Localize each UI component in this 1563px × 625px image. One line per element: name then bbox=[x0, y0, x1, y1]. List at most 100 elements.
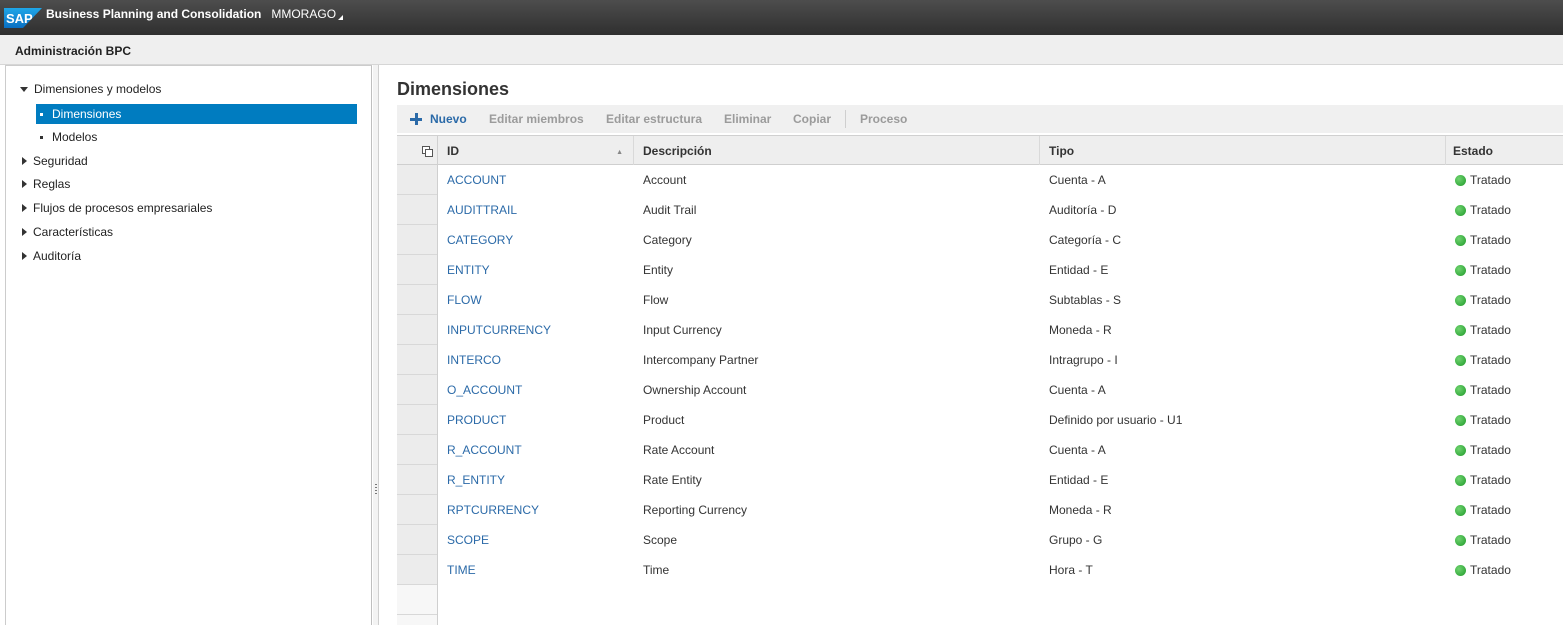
expand-arrow-icon[interactable] bbox=[22, 252, 27, 260]
caret-down-icon bbox=[338, 14, 344, 20]
new-button-label: Nuevo bbox=[430, 112, 467, 126]
dimension-id-link[interactable]: SCOPE bbox=[447, 525, 489, 555]
table-row[interactable]: ENTITY Entity Entidad - E Tratado bbox=[438, 255, 1563, 285]
row-selector[interactable] bbox=[397, 585, 437, 615]
row-selector[interactable] bbox=[397, 315, 437, 345]
expand-arrow-icon[interactable] bbox=[22, 204, 27, 212]
dimension-id-link[interactable]: CATEGORY bbox=[447, 225, 513, 255]
dimension-id-link[interactable]: R_ENTITY bbox=[447, 465, 505, 495]
bullet-icon bbox=[40, 135, 43, 139]
nav-item-flujos[interactable]: Flujos de procesos empresariales bbox=[20, 198, 212, 218]
toolbar-separator bbox=[845, 110, 846, 128]
dimension-id-link[interactable]: O_ACCOUNT bbox=[447, 375, 522, 405]
status-label: Tratado bbox=[1470, 263, 1511, 277]
user-menu[interactable]: MMORAGO bbox=[271, 7, 344, 21]
row-selector[interactable] bbox=[397, 225, 437, 255]
table-row[interactable]: INTERCO Intercompany Partner Intragrupo - … bbox=[438, 345, 1563, 375]
row-selector[interactable] bbox=[397, 375, 437, 405]
row-selector[interactable] bbox=[397, 285, 437, 315]
sort-ascending-icon[interactable]: ▲ bbox=[616, 149, 623, 156]
dimension-status: Tratado bbox=[1455, 225, 1511, 255]
page-title: Administración BPC bbox=[15, 44, 132, 58]
dimension-status: Tratado bbox=[1455, 375, 1511, 405]
dimension-description: Rate Account bbox=[643, 443, 715, 457]
row-selector[interactable] bbox=[397, 345, 437, 375]
dimension-id-link[interactable]: INPUTCURRENCY bbox=[447, 315, 551, 345]
table-row[interactable]: RPTCURRENCY Reporting Currency Moneda - R T… bbox=[438, 495, 1563, 525]
dimension-id-link[interactable]: FLOW bbox=[447, 285, 482, 315]
column-header-status[interactable]: Estado bbox=[1444, 136, 1563, 165]
copy-columns-icon[interactable] bbox=[422, 146, 433, 157]
dimension-id-link[interactable]: R_ACCOUNT bbox=[447, 435, 522, 465]
edit-structure-button[interactable]: Editar estructura bbox=[606, 112, 702, 126]
column-header-id[interactable]: ID ▲ bbox=[438, 136, 634, 165]
row-selector[interactable] bbox=[397, 615, 437, 625]
status-label: Tratado bbox=[1470, 443, 1511, 457]
nav-item-dimensiones[interactable]: Dimensiones bbox=[36, 104, 357, 124]
nav-item-reglas[interactable]: Reglas bbox=[20, 174, 70, 194]
column-header-description[interactable]: Descripción bbox=[634, 136, 1040, 165]
status-ok-icon bbox=[1455, 504, 1466, 516]
table-row[interactable]: CATEGORY Category Categoría - C Tratado bbox=[438, 225, 1563, 255]
row-selector[interactable] bbox=[397, 495, 437, 525]
dimension-id-link[interactable]: ENTITY bbox=[447, 255, 490, 285]
table-row[interactable]: O_ACCOUNT Ownership Account Cuenta - A Trat… bbox=[438, 375, 1563, 405]
select-all-cell[interactable] bbox=[397, 136, 438, 165]
row-selector[interactable] bbox=[397, 555, 437, 585]
process-button[interactable]: Proceso bbox=[860, 112, 907, 126]
expand-arrow-icon[interactable] bbox=[22, 157, 27, 165]
row-selector[interactable] bbox=[397, 405, 437, 435]
expand-arrow-icon[interactable] bbox=[22, 180, 27, 188]
column-header-type[interactable]: Tipo bbox=[1040, 136, 1446, 165]
table-row[interactable]: ACCOUNT Account Cuenta - A Tratado bbox=[438, 165, 1563, 195]
column-header-label: Estado bbox=[1453, 143, 1494, 158]
table-row[interactable]: AUDITTRAIL Audit Trail Auditoría - D Tratad… bbox=[438, 195, 1563, 225]
copy-button[interactable]: Copiar bbox=[793, 112, 831, 126]
table-row[interactable]: FLOW Flow Subtablas - S Tratado bbox=[438, 285, 1563, 315]
table-row[interactable]: R_ENTITY Rate Entity Entidad - E Tratado bbox=[438, 465, 1563, 495]
dimension-id-link[interactable]: RPTCURRENCY bbox=[447, 495, 539, 525]
dimension-id-link[interactable]: PRODUCT bbox=[447, 405, 506, 435]
table-row[interactable]: PRODUCT Product Definido por usuario - U1 T… bbox=[438, 405, 1563, 435]
status-ok-icon bbox=[1455, 564, 1466, 576]
panel-splitter[interactable] bbox=[373, 65, 379, 625]
row-selector[interactable] bbox=[397, 435, 437, 465]
table-row[interactable]: SCOPE Scope Grupo - G Tratado bbox=[438, 525, 1563, 555]
status-ok-icon bbox=[1455, 234, 1466, 246]
sub-header: Administración BPC bbox=[0, 35, 1563, 65]
shell-bar: SAP Business Planning and Consolidation … bbox=[0, 0, 1563, 35]
row-selector[interactable] bbox=[397, 165, 437, 195]
dimension-description: Reporting Currency bbox=[643, 503, 748, 517]
row-selector[interactable] bbox=[397, 255, 437, 285]
row-selector[interactable] bbox=[397, 195, 437, 225]
nav-item-seguridad[interactable]: Seguridad bbox=[20, 151, 88, 171]
nav-item-dimensiones-y-modelos[interactable]: Dimensiones y modelos bbox=[20, 79, 161, 99]
dimension-id-link[interactable]: INTERCO bbox=[447, 345, 501, 375]
status-label: Tratado bbox=[1470, 413, 1511, 427]
nav-item-auditoria[interactable]: Auditoría bbox=[20, 246, 81, 266]
status-label: Tratado bbox=[1470, 383, 1511, 397]
status-ok-icon bbox=[1455, 264, 1466, 276]
expand-arrow-icon[interactable] bbox=[22, 228, 27, 236]
table-row[interactable]: INPUTCURRENCY Input Currency Moneda - R Tra… bbox=[438, 315, 1563, 345]
row-selector[interactable] bbox=[397, 525, 437, 555]
new-button[interactable]: Nuevo bbox=[410, 112, 467, 126]
dimension-id-link[interactable]: AUDITTRAIL bbox=[447, 195, 517, 225]
expand-arrow-icon[interactable] bbox=[20, 86, 28, 92]
delete-button[interactable]: Eliminar bbox=[724, 112, 771, 126]
edit-members-button[interactable]: Editar miembros bbox=[489, 112, 584, 126]
row-selector[interactable] bbox=[397, 465, 437, 495]
table-row[interactable]: TIME Time Hora - T Tratado bbox=[438, 555, 1563, 585]
splitter-grip-icon[interactable] bbox=[375, 484, 377, 494]
dimension-id-link[interactable]: ACCOUNT bbox=[447, 165, 506, 195]
dimension-status: Tratado bbox=[1455, 525, 1511, 555]
sap-logo-text: SAP bbox=[6, 11, 33, 26]
dimension-id-link[interactable]: TIME bbox=[447, 555, 476, 585]
status-ok-icon bbox=[1455, 204, 1466, 216]
table-row[interactable]: R_ACCOUNT Rate Account Cuenta - A Tratado bbox=[438, 435, 1563, 465]
nav-item-caracteristicas[interactable]: Características bbox=[20, 222, 113, 242]
dimension-type: Cuenta - A bbox=[1049, 173, 1106, 187]
nav-item-modelos[interactable]: Modelos bbox=[36, 127, 97, 147]
status-label: Tratado bbox=[1470, 323, 1511, 337]
dimension-description: Time bbox=[643, 563, 670, 577]
